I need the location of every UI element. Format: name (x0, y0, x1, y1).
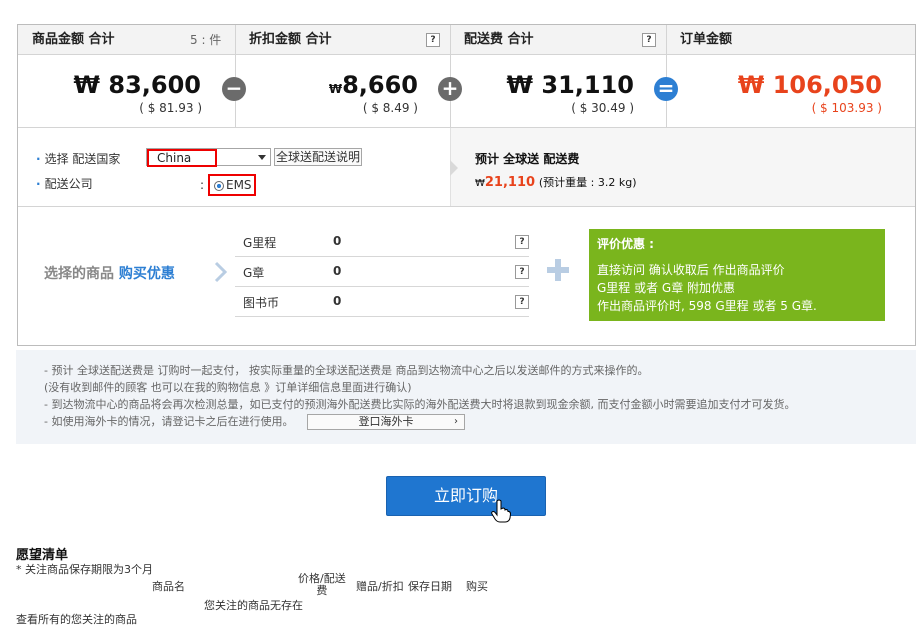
shipping-help-icon[interactable]: ? (642, 33, 656, 47)
promo-row-value: 0 (333, 294, 342, 308)
chevron-right-icon (214, 261, 228, 283)
order-total-label: 订单金额 (680, 32, 733, 47)
discount-usd: ( $ 8.49 ) (362, 101, 418, 115)
country-select[interactable]: China (146, 148, 271, 167)
wishlist-empty: 您关注的商品无存在 (204, 599, 303, 612)
shipping-usd: ( $ 30.49 ) (571, 101, 634, 115)
promo-title: 选择的商品 购买优惠 (44, 263, 175, 283)
review-title: 评价优惠 : (597, 237, 654, 251)
shipping-label: 配送费 合计 (464, 32, 534, 47)
promo-row-value: 0 (333, 264, 342, 278)
ems-label: EMS (226, 178, 252, 192)
view-all-wishlist-link[interactable]: 查看所有的您关注的商品 (16, 611, 137, 627)
order-summary-panel: 商品金额 合计 5 : 件 折扣金额 合计 ? 配送费 合计 ? 订单金额 ₩ … (17, 24, 916, 346)
discount-help-icon[interactable]: ? (426, 33, 440, 47)
register-card-button[interactable]: 登口海外卡 › (306, 414, 465, 430)
register-card-label: 登口海外卡 (358, 415, 414, 428)
shipping-amount: ₩ 31,110 (506, 71, 634, 99)
ems-radio-option[interactable]: EMS (208, 174, 256, 196)
promo-row-name: G里程 (243, 236, 277, 250)
product-total-usd: ( $ 81.93 ) (139, 101, 202, 115)
country-select-value: China (147, 149, 217, 167)
shipping-estimate-panel: 预计 全球送 配送费 ₩21,110 (预计重量 : 3.2 kg) (450, 128, 915, 206)
review-line: 直接访问 确认收取后 作出商品评价 (597, 263, 785, 277)
order-total-usd: ( $ 103.93 ) (811, 101, 882, 115)
plus-icon (547, 259, 569, 281)
promo-title-prefix: 选择的商品 (44, 266, 114, 282)
promo-row-value: 0 (333, 234, 342, 248)
promo-row: 图书币 0 ? (235, 287, 529, 317)
plus-icon: + (438, 77, 462, 101)
radio-selected-icon (214, 180, 224, 191)
discount-value: 8,660 (342, 71, 418, 99)
col-save-date: 保存日期 (408, 580, 452, 593)
discount-amount: ₩8,660 (329, 71, 418, 99)
product-total-amount: ₩ 83,600 (73, 71, 201, 99)
note-line: (没有收到邮件的顾客 也可以在我的购物信息 》订单详细信息里面进行确认) (44, 381, 412, 394)
shipping-guide-button[interactable]: 全球送配送说明 (274, 148, 362, 166)
review-line: 作出商品评价时, 598 G里程 或者 5 G章. (597, 299, 817, 313)
company-colon: : (200, 178, 205, 192)
col-gift: 赠品/折扣 (356, 580, 404, 593)
col-buy: 购买 (466, 580, 488, 593)
col-price-line: 费 (316, 584, 328, 597)
promo-section: 选择的商品 购买优惠 G里程 0 ? G章 0 ? 图书币 0 ? 评价优惠 :… (18, 207, 915, 345)
estimate-line: ₩21,110 (预计重量 : 3.2 kg) (475, 174, 637, 190)
review-line: G里程 或者 G章 附加优惠 (597, 281, 736, 295)
note-line: - 到达物流中心的商品将会再次检测总量，如已支付的预测海外配送费比实际的海外配送… (44, 398, 796, 411)
wishlist-note: * 关注商品保存期限为3个月 (16, 563, 153, 576)
chevron-down-icon (258, 155, 266, 160)
promo-row: G章 0 ? (235, 257, 529, 287)
shipping-section: 选择 配送国家 China 全球送配送说明 配送公司 : EMS 预计 全球送 … (18, 127, 915, 207)
chevron-right-icon: › (453, 416, 458, 427)
review-benefit-box: 评价优惠 : 直接访问 确认收取后 作出商品评价 G里程 或者 G章 附加优惠 … (589, 229, 885, 321)
help-icon[interactable]: ? (515, 265, 529, 279)
minus-icon: − (222, 77, 246, 101)
estimate-amount: 21,110 (484, 175, 536, 190)
summary-header-row: 商品金额 合计 5 : 件 折扣金额 合计 ? 配送费 合计 ? 订单金额 (18, 25, 915, 55)
note-line: - 预计 全球送配送费是 订购时一起支付， 按实际重量的全球送配送费是 商品到达… (44, 364, 649, 377)
arrow-right-icon (450, 160, 458, 176)
help-icon[interactable]: ? (515, 235, 529, 249)
country-label: 选择 配送国家 (36, 150, 121, 167)
estimate-currency: ₩ (475, 178, 485, 189)
promo-row: G里程 0 ? (235, 227, 529, 257)
shipping-notes: - 预计 全球送配送费是 订购时一起支付， 按实际重量的全球送配送费是 商品到达… (16, 350, 916, 444)
discount-label: 折扣金额 合计 (249, 32, 332, 47)
col-price: 价格/配送 费 (298, 573, 346, 597)
estimate-title: 预计 全球送 配送费 (475, 152, 580, 166)
discount-currency: ₩ (328, 82, 343, 96)
col-product-name: 商品名 (152, 580, 185, 593)
order-now-button[interactable]: 立即订购 (386, 476, 546, 516)
help-icon[interactable]: ? (515, 295, 529, 309)
promo-row-name: G章 (243, 266, 265, 280)
equals-icon: = (654, 77, 678, 101)
note-line: - 如使用海外卡的情况，请登记卡之后在进行使用。 (44, 415, 294, 428)
estimate-weight: (预计重量 : 3.2 kg) (538, 176, 637, 189)
order-total-amount: ₩ 106,050 (737, 71, 882, 99)
promo-row-name: 图书币 (243, 296, 280, 310)
note-line-card: - 如使用海外卡的情况，请登记卡之后在进行使用。 登口海外卡 › (44, 413, 888, 430)
product-count: 5 : 件 (190, 33, 222, 47)
promo-title-highlight: 购买优惠 (118, 266, 175, 282)
company-label: 配送公司 (36, 175, 93, 192)
hand-cursor-icon (491, 499, 511, 523)
